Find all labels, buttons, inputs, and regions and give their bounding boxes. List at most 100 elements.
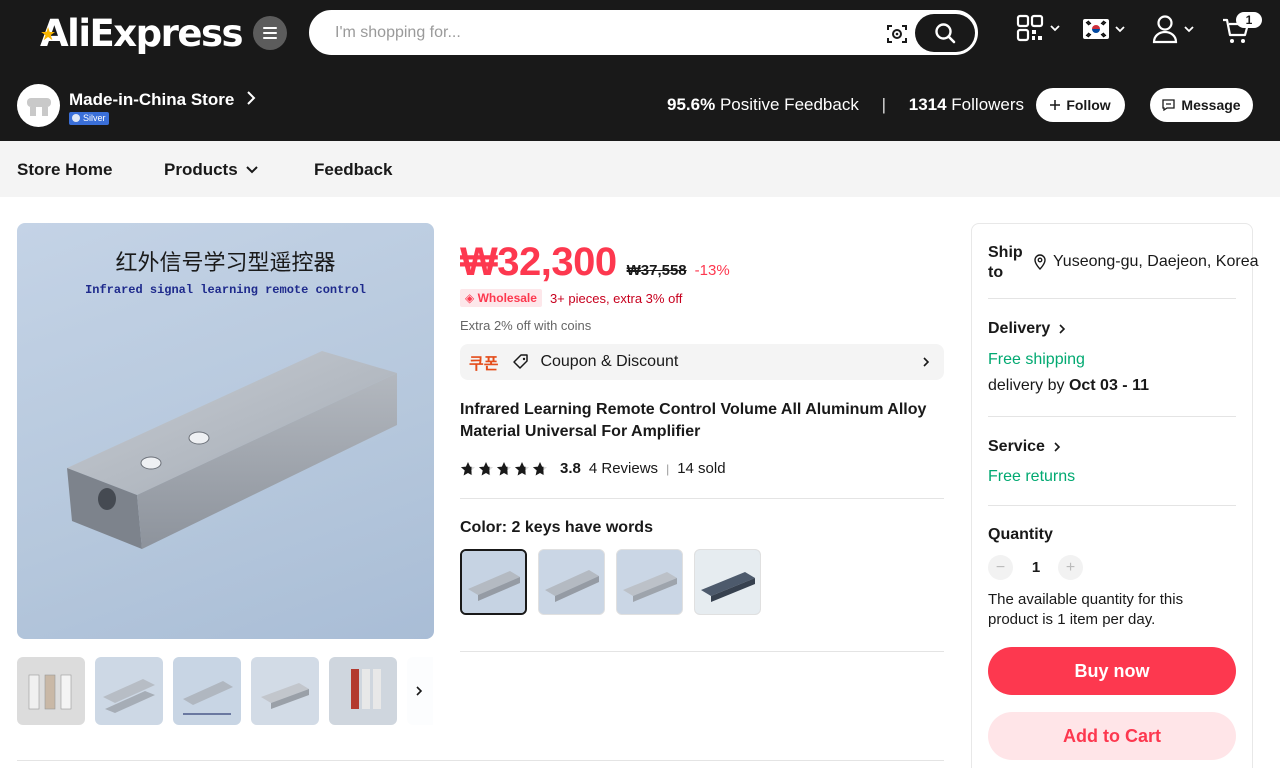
- message-label: Message: [1181, 97, 1241, 113]
- service-header[interactable]: Service: [988, 438, 1061, 456]
- chevron-right-icon: [1059, 324, 1066, 334]
- divider: [988, 416, 1236, 417]
- store-nav: Store Home Products Feedback: [0, 141, 1280, 197]
- color-swatch[interactable]: [538, 549, 605, 615]
- message-icon: [1162, 99, 1176, 111]
- account-icon: [1152, 15, 1178, 44]
- minus-icon: −: [995, 558, 1006, 576]
- stars-icon: [460, 461, 548, 475]
- current-price: ₩32,300: [460, 240, 617, 284]
- delivery-header[interactable]: Delivery: [988, 320, 1066, 338]
- sold-count: 14 sold: [677, 460, 726, 477]
- search-bar: [309, 10, 978, 55]
- divider: [988, 298, 1236, 299]
- thumbnail-image: [261, 683, 309, 709]
- swatch-image: [539, 550, 604, 614]
- nav-store-home[interactable]: Store Home: [17, 160, 112, 180]
- original-price: ₩37,558: [626, 262, 687, 279]
- thumbnail-image: [351, 669, 381, 709]
- thumbnail-image: [28, 674, 72, 710]
- search-input[interactable]: [335, 22, 855, 44]
- logo-text: AliExpress: [40, 11, 244, 55]
- thumbnail-strip: [17, 657, 433, 725]
- search-icon: [935, 23, 956, 44]
- chevron-right-icon: [1054, 442, 1061, 452]
- tag-icon: ◈: [465, 291, 475, 305]
- thumbnail[interactable]: [251, 657, 319, 725]
- store-level-badge: Silver: [69, 112, 109, 125]
- app-download-menu[interactable]: [1016, 14, 1060, 42]
- free-returns-text: Free returns: [988, 468, 1076, 485]
- followers-label: Followers: [951, 95, 1025, 114]
- color-swatch[interactable]: [460, 549, 527, 615]
- wholesale-tag-label: Wholesale: [477, 291, 537, 305]
- divider: [460, 498, 944, 499]
- divider: [460, 651, 944, 652]
- price-row: ₩32,300 ₩37,558 -13%: [460, 240, 730, 285]
- ship-location-text: Yuseong-gu, Daejeon, Korea: [1053, 253, 1259, 270]
- nav-feedback[interactable]: Feedback: [314, 160, 392, 180]
- cart-count-badge: 1: [1236, 12, 1262, 28]
- quantity-label: Quantity: [988, 526, 1053, 543]
- chevron-down-icon: [1115, 26, 1125, 33]
- qr-code-icon: [1016, 14, 1044, 42]
- add-to-cart-label: Add to Cart: [1063, 725, 1161, 746]
- chevron-right-icon[interactable]: [245, 90, 257, 106]
- ship-to-location[interactable]: Yuseong-gu, Daejeon, Korea: [1034, 253, 1258, 271]
- message-button[interactable]: Message: [1150, 88, 1253, 122]
- color-swatch[interactable]: [694, 549, 761, 615]
- plus-icon: +: [1065, 558, 1076, 576]
- remote-control-illustration: [67, 351, 397, 549]
- discount-percent: -13%: [694, 262, 730, 279]
- store-avatar[interactable]: [17, 84, 60, 127]
- thumbnail-next-button[interactable]: [405, 657, 433, 725]
- stats-separator: |: [881, 95, 886, 114]
- rating-separator: |: [666, 461, 670, 476]
- buy-now-button[interactable]: Buy now: [988, 647, 1236, 695]
- quantity-increase-button[interactable]: +: [1058, 555, 1083, 580]
- plus-icon: [1050, 100, 1061, 110]
- positive-feedback-value: 95.6%: [667, 95, 716, 114]
- positive-feedback-label: Positive Feedback: [719, 95, 859, 114]
- follow-button[interactable]: Follow: [1036, 88, 1125, 122]
- nav-products[interactable]: Products: [164, 160, 258, 180]
- swatch-image: [695, 550, 760, 614]
- top-header: ★ AliExpress I'm shopping for... 1: [0, 0, 1280, 66]
- divider: [988, 505, 1236, 506]
- reviews-link[interactable]: 4 Reviews: [589, 460, 658, 477]
- menu-button[interactable]: [253, 16, 287, 50]
- chevron-right-icon: [416, 686, 423, 696]
- store-name[interactable]: Made-in-China Store: [69, 90, 234, 110]
- wholesale-row: ◈ Wholesale 3+ pieces, extra 3% off: [460, 289, 682, 307]
- camera-search-icon[interactable]: [885, 22, 909, 46]
- store-logo-icon: [26, 97, 51, 116]
- logo-star-icon: ★: [40, 24, 57, 44]
- nav-label: Feedback: [314, 160, 393, 179]
- quantity-decrease-button[interactable]: −: [988, 555, 1013, 580]
- menu-icon: [263, 27, 277, 39]
- thumbnail[interactable]: [173, 657, 241, 725]
- delivery-prefix: delivery by: [988, 377, 1065, 394]
- thumbnail[interactable]: [329, 657, 397, 725]
- store-bar: Made-in-China Store Silver 95.6% Positiv…: [0, 66, 1280, 141]
- account-menu[interactable]: [1152, 14, 1194, 44]
- thumbnail[interactable]: [17, 657, 85, 725]
- quantity-note: The available quantity for this product …: [988, 591, 1184, 628]
- thumbnail-image: [183, 681, 233, 715]
- nav-label: Store Home: [17, 160, 113, 179]
- thumbnail[interactable]: [95, 657, 163, 725]
- service-label: Service: [988, 438, 1045, 455]
- main-product-image[interactable]: 红外信号学习型遥控器 Infrared signal learning remo…: [17, 223, 434, 639]
- coupon-label: Coupon & Discount: [540, 353, 679, 370]
- search-button[interactable]: [915, 14, 975, 52]
- aliexpress-logo[interactable]: ★ AliExpress: [40, 10, 244, 56]
- wholesale-text: 3+ pieces, extra 3% off: [549, 290, 683, 306]
- add-to-cart-button[interactable]: Add to Cart: [988, 712, 1236, 760]
- color-swatch[interactable]: [616, 549, 683, 615]
- rating-value: 3.8: [560, 460, 581, 477]
- free-shipping-text: Free shipping: [988, 351, 1085, 368]
- color-label: Color: 2 keys have words: [460, 519, 653, 536]
- coupon-discount-row[interactable]: 쿠폰 Coupon & Discount: [460, 344, 944, 380]
- language-region-menu[interactable]: [1083, 19, 1125, 39]
- quantity-value[interactable]: 1: [1026, 559, 1046, 576]
